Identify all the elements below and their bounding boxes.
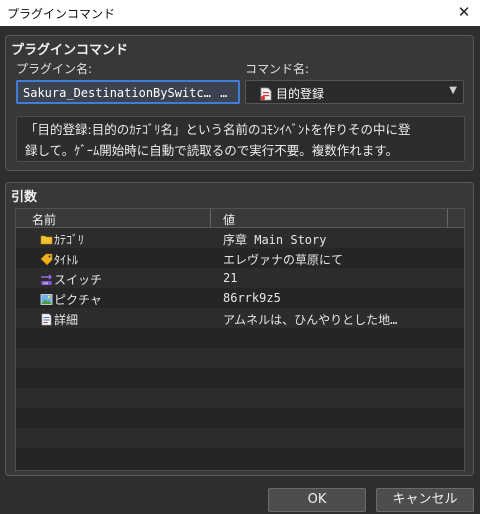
row-value: エレヴァナの草原にて (223, 253, 344, 267)
row-name: スイッチ (54, 273, 103, 287)
arguments-group: 引数 名前 値 ｶﾃｺﾞﾘ 序章 Main Story ﾀｲﾄﾙ エレヴァナの草… (5, 182, 474, 476)
dialog-body: プラグインコマンド プラグイン名: Sakura_DestinationBySw… (0, 26, 480, 514)
column-header-name[interactable]: 名前 (32, 211, 56, 228)
row-name: ｶﾃｺﾞﾘ (54, 233, 85, 247)
command-name-label: コマンド名: (245, 62, 310, 76)
row-value: アムネルは、ひんやりとした地… (223, 313, 398, 327)
document-icon (260, 87, 272, 101)
plugin-name-label: プラグイン名: (16, 62, 93, 76)
close-icon[interactable]: ✕ (456, 3, 472, 21)
column-divider-end (447, 209, 448, 228)
table-row[interactable]: ｶﾃｺﾞﾘ 序章 Main Story (16, 228, 464, 248)
table-row[interactable]: 詳細 アムネルは、ひんやりとした地… (16, 308, 464, 328)
folder-icon (40, 235, 53, 245)
command-description: 「目的登録:目的のｶﾃｺﾞﾘ名」という名前のｺﾓﾝｲﾍﾞﾝﾄを作りその中に登 録… (16, 116, 465, 162)
row-value: 86rrk9z5 (223, 291, 281, 305)
plugin-name-field[interactable]: Sakura_DestinationBySwitc… … (16, 80, 240, 104)
table-row[interactable]: ピクチャ 86rrk9z5 (16, 288, 464, 308)
command-name-select[interactable]: 目的登録 ▼ (245, 80, 464, 104)
window-title: プラグインコマンド (7, 7, 116, 21)
note-icon (41, 313, 52, 326)
empty-row (16, 368, 464, 388)
empty-row (16, 328, 464, 348)
table-row[interactable]: ﾀｲﾄﾙ エレヴァナの草原にて (16, 248, 464, 268)
column-header-value[interactable]: 値 (223, 211, 235, 228)
row-name: ピクチャ (54, 293, 102, 307)
plugin-name-value: Sakura_DestinationBySwitc… (23, 86, 211, 100)
row-name: ﾀｲﾄﾙ (54, 253, 79, 267)
window-titlebar: プラグインコマンド ✕ (0, 0, 480, 26)
column-divider[interactable] (210, 209, 211, 228)
arguments-group-title: 引数 (11, 190, 38, 205)
empty-row (16, 428, 464, 448)
tag-icon (40, 253, 53, 266)
table-row[interactable]: ON スイッチ 21 (16, 268, 464, 288)
arguments-table: 名前 値 ｶﾃｺﾞﾘ 序章 Main Story ﾀｲﾄﾙ エレヴァナの草原にて (15, 208, 465, 471)
description-line-1: 「目的登録:目的のｶﾃｺﾞﾘ名」という名前のｺﾓﾝｲﾍﾞﾝﾄを作りその中に登 (25, 122, 411, 137)
plugin-command-group: プラグインコマンド プラグイン名: Sakura_DestinationBySw… (5, 35, 474, 171)
switch-icon: ON (41, 274, 52, 285)
row-value: 序章 Main Story (223, 233, 327, 247)
row-value: 21 (223, 271, 238, 285)
svg-text:ON: ON (43, 281, 49, 285)
description-line-2: 録して。ｹﾞｰﾑ開始時に自動で読取るので実行不要。複数作れます。 (25, 143, 399, 158)
plugin-command-group-title: プラグインコマンド (11, 43, 129, 58)
cancel-button[interactable]: キャンセル (376, 488, 474, 512)
empty-row (16, 448, 464, 470)
chevron-down-icon: ▼ (449, 85, 457, 96)
row-name: 詳細 (54, 313, 79, 327)
picture-icon (40, 294, 53, 305)
empty-row (16, 388, 464, 408)
empty-row (16, 348, 464, 368)
table-header: 名前 値 (16, 209, 464, 228)
empty-row (16, 408, 464, 428)
command-name-value: 目的登録 (276, 87, 325, 101)
plugin-browse-button[interactable]: … (220, 86, 227, 100)
ok-button[interactable]: OK (268, 488, 366, 512)
